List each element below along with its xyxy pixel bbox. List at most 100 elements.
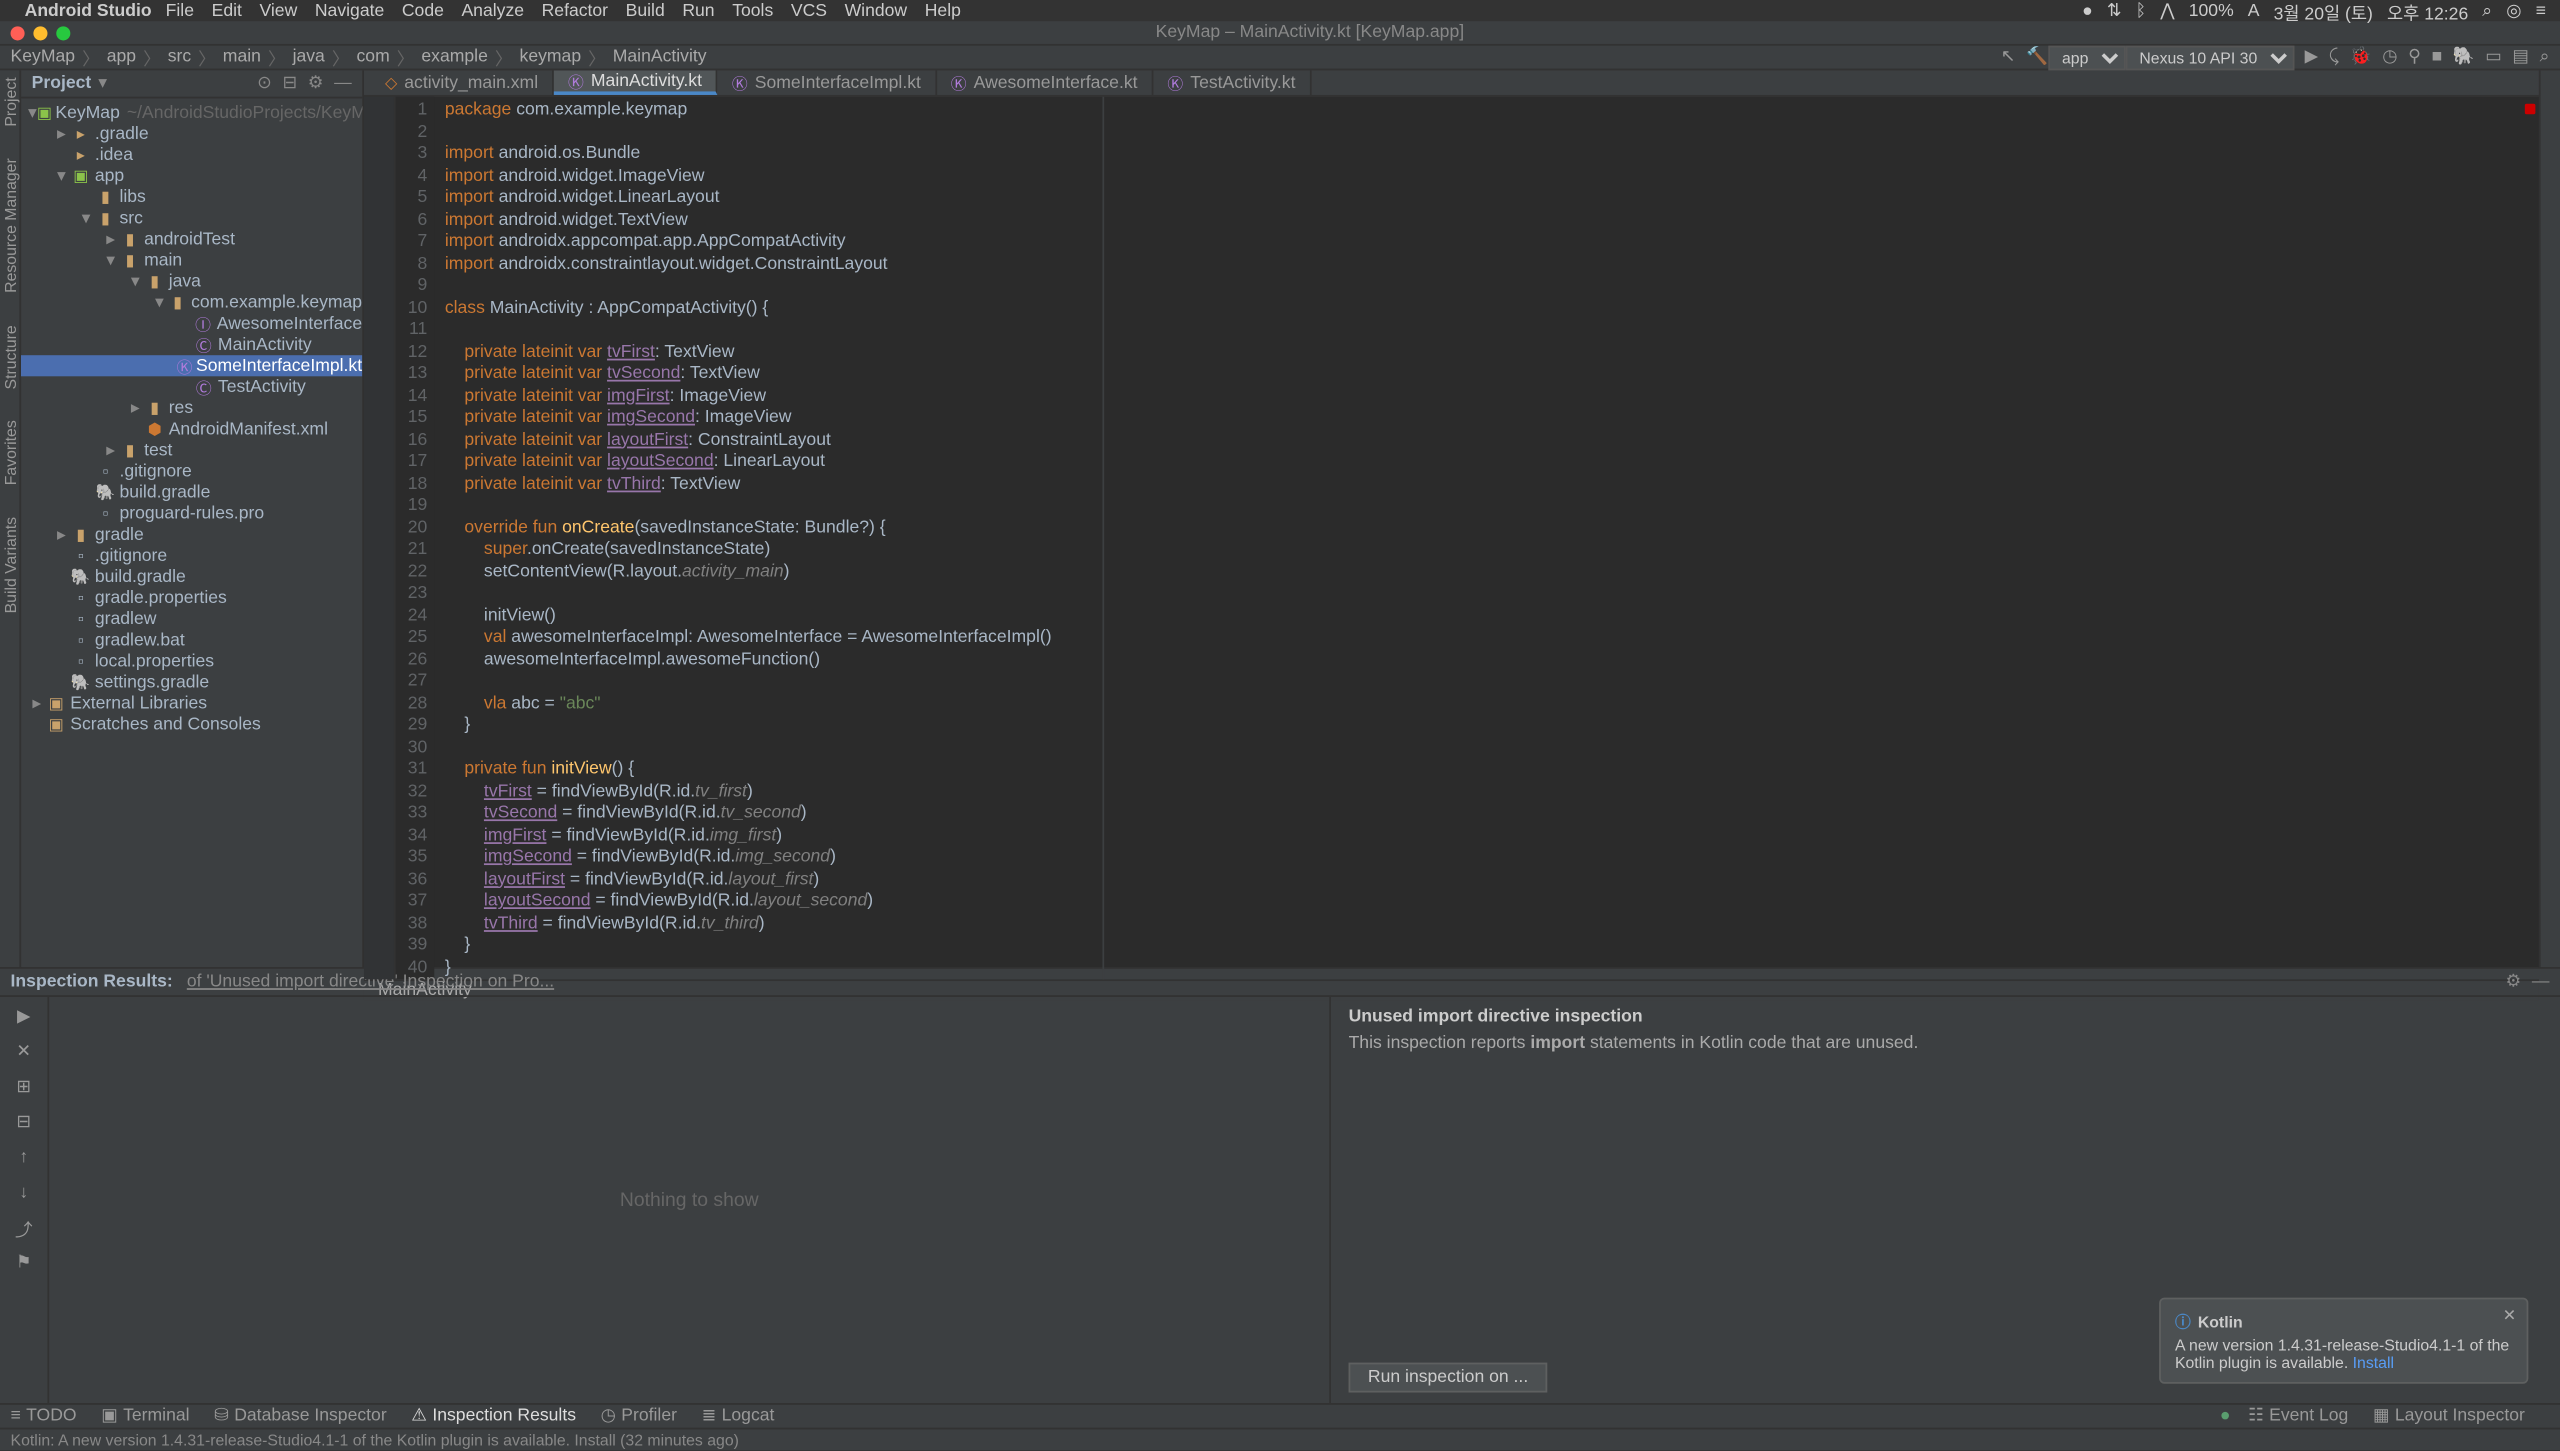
code-line[interactable]: private lateinit var layoutFirst: Constr… bbox=[445, 430, 2539, 452]
left-tab-resource-manager[interactable]: Resource Manager bbox=[1, 158, 19, 293]
project-hide-icon[interactable]: — bbox=[334, 74, 352, 93]
tree-src[interactable]: ▾▮src bbox=[21, 207, 362, 228]
code-line[interactable]: private lateinit var imgSecond: ImageVie… bbox=[445, 408, 2539, 430]
crumb-8[interactable]: MainActivity bbox=[613, 47, 707, 66]
code-line[interactable]: val awesomeInterfaceImpl: AwesomeInterfa… bbox=[445, 628, 2539, 650]
crumb-5[interactable]: com bbox=[357, 47, 390, 66]
bottom-tab-terminal[interactable]: ▣Terminal bbox=[101, 1407, 189, 1426]
tree-gradle-dir2[interactable]: ▸▮gradle bbox=[21, 524, 362, 545]
tree-gitignore2[interactable]: ▫.gitignore bbox=[21, 545, 362, 566]
code-line[interactable]: } bbox=[445, 716, 2539, 738]
code-line[interactable] bbox=[445, 738, 2539, 760]
sync-status-icon[interactable]: ● bbox=[2220, 1407, 2231, 1426]
tree-manifest[interactable]: ⬢AndroidManifest.xml bbox=[21, 418, 362, 439]
tree-build-gradle2[interactable]: 🐘build.gradle bbox=[21, 566, 362, 587]
tree-scratches[interactable]: ▣Scratches and Consoles bbox=[21, 714, 362, 735]
code-line[interactable]: import android.widget.LinearLayout bbox=[445, 188, 2539, 210]
search-everywhere-icon[interactable]: ⌕ bbox=[2540, 47, 2550, 66]
status-siri-icon[interactable]: ◎ bbox=[2506, 1, 2521, 20]
menu-code[interactable]: Code bbox=[402, 1, 444, 20]
tree-awesome-interface[interactable]: ⒾAwesomeInterface bbox=[21, 313, 362, 334]
tree-gitignore[interactable]: ▫.gitignore bbox=[21, 461, 362, 482]
code-line[interactable]: import androidx.constraintlayout.widget.… bbox=[445, 254, 2539, 276]
code-line[interactable]: override fun onCreate(savedInstanceState… bbox=[445, 518, 2539, 540]
stop-icon[interactable]: ■ bbox=[2432, 47, 2443, 66]
menu-file[interactable]: File bbox=[166, 1, 194, 20]
code-line[interactable] bbox=[445, 122, 2539, 144]
profiler-icon[interactable]: ◷ bbox=[2382, 47, 2397, 66]
tree-gradlew-bat[interactable]: ▫gradlew.bat bbox=[21, 629, 362, 650]
insp-collapse-icon[interactable]: ⊟ bbox=[11, 1109, 36, 1134]
crumb-6[interactable]: example bbox=[421, 47, 487, 66]
build-hammer-icon[interactable]: 🔨 bbox=[2026, 47, 2048, 66]
code-line[interactable] bbox=[445, 584, 2539, 606]
editor-tab-4[interactable]: ⓀTestActivity.kt bbox=[1153, 70, 1311, 95]
editor-tab-3[interactable]: ⓀAwesomeInterface.kt bbox=[937, 70, 1154, 95]
code-line[interactable]: import android.os.Bundle bbox=[445, 144, 2539, 166]
editor-tab-0[interactable]: ◇activity_main.xml bbox=[371, 70, 554, 95]
code-line[interactable]: } bbox=[445, 935, 2539, 957]
sdk-manager-icon[interactable]: ▤ bbox=[2512, 47, 2529, 66]
tree-main-activity[interactable]: ⒸMainActivity bbox=[21, 334, 362, 355]
status-wifi-icon[interactable]: ⋀ bbox=[2160, 1, 2174, 20]
bottom-tab-logcat[interactable]: ≣Logcat bbox=[702, 1407, 775, 1426]
status-battery[interactable]: 100% bbox=[2189, 1, 2234, 20]
tree-test-activity[interactable]: ⒸTestActivity bbox=[21, 376, 362, 397]
status-menu-icon[interactable]: ≡ bbox=[2536, 1, 2546, 20]
bottom-tab-profiler[interactable]: ◷Profiler bbox=[601, 1407, 677, 1426]
project-collapse-all-icon[interactable]: ⊟ bbox=[282, 74, 297, 93]
menu-edit[interactable]: Edit bbox=[212, 1, 242, 20]
run-config-select[interactable]: app bbox=[2048, 45, 2125, 70]
crumb-7[interactable]: keymap bbox=[520, 47, 582, 66]
code-line[interactable]: private lateinit var tvSecond: TextView bbox=[445, 364, 2539, 386]
tree-androidtest[interactable]: ▸▮androidTest bbox=[21, 229, 362, 250]
code-line[interactable]: super.onCreate(savedInstanceState) bbox=[445, 540, 2539, 562]
nav-back-icon[interactable]: ↖ bbox=[2001, 47, 2016, 66]
insp-filter-icon[interactable]: ⚑ bbox=[11, 1250, 36, 1275]
menu-refactor[interactable]: Refactor bbox=[542, 1, 608, 20]
insp-rerun-icon[interactable]: ▶ bbox=[11, 1004, 36, 1029]
menu-build[interactable]: Build bbox=[626, 1, 665, 20]
tree-package[interactable]: ▾▮com.example.keymap bbox=[21, 292, 362, 313]
code-line[interactable]: layoutFirst = findViewById(R.id.layout_f… bbox=[445, 869, 2539, 891]
code-line[interactable] bbox=[445, 320, 2539, 342]
crumb-2[interactable]: src bbox=[168, 47, 191, 66]
crumb-1[interactable]: app bbox=[107, 47, 136, 66]
menu-tools[interactable]: Tools bbox=[732, 1, 773, 20]
code-line[interactable]: class MainActivity : AppCompatActivity()… bbox=[445, 298, 2539, 320]
tree-idea-dir[interactable]: ▸.idea bbox=[21, 144, 362, 165]
tree-java[interactable]: ▾▮java bbox=[21, 271, 362, 292]
insp-expand-icon[interactable]: ⊞ bbox=[11, 1074, 36, 1099]
code-line[interactable]: private fun initView() { bbox=[445, 760, 2539, 782]
menu-run[interactable]: Run bbox=[682, 1, 714, 20]
insp-close-icon[interactable]: ✕ bbox=[11, 1039, 36, 1064]
project-tree[interactable]: ▾▣KeyMap~/AndroidStudioProjects/KeyMap ▸… bbox=[21, 98, 362, 967]
device-select[interactable]: Nexus 10 API 30 bbox=[2125, 45, 2294, 70]
tree-some-impl[interactable]: ⓀSomeInterfaceImpl.kt bbox=[21, 355, 362, 376]
code-line[interactable] bbox=[445, 672, 2539, 694]
status-message[interactable]: Kotlin: A new version 1.4.31-release-Stu… bbox=[11, 1431, 739, 1449]
left-tab-favorites[interactable]: Favorites bbox=[1, 420, 19, 485]
tree-gradle-props[interactable]: ▫gradle.properties bbox=[21, 587, 362, 608]
app-name[interactable]: Android Studio bbox=[25, 1, 152, 20]
menu-help[interactable]: Help bbox=[925, 1, 961, 20]
code-editor[interactable]: package com.example.keymapimport android… bbox=[434, 97, 2539, 980]
editor-tab-2[interactable]: ⓀSomeInterfaceImpl.kt bbox=[718, 70, 937, 95]
left-tab-project[interactable]: Project bbox=[1, 77, 19, 126]
code-line[interactable]: private lateinit var tvThird: TextView bbox=[445, 474, 2539, 496]
project-scroll-from-source-icon[interactable]: ⊙ bbox=[257, 74, 272, 93]
status-rec-icon[interactable]: ● bbox=[2082, 1, 2093, 20]
debug-icon[interactable]: 🐞 bbox=[2350, 47, 2372, 66]
notification-close-icon[interactable]: ✕ bbox=[2503, 1306, 2516, 1325]
apply-changes-icon[interactable]: ⤹ bbox=[2329, 47, 2340, 66]
tree-build-gradle[interactable]: 🐘build.gradle bbox=[21, 482, 362, 503]
tree-main[interactable]: ▾▮main bbox=[21, 250, 362, 271]
code-line[interactable]: initView() bbox=[445, 606, 2539, 628]
insp-prev-icon[interactable]: ↑ bbox=[11, 1145, 36, 1170]
tree-settings-gradle[interactable]: 🐘settings.gradle bbox=[21, 672, 362, 693]
minimize-window-button[interactable] bbox=[33, 25, 47, 39]
code-line[interactable]: imgSecond = findViewById(R.id.img_second… bbox=[445, 847, 2539, 869]
code-line[interactable]: tvFirst = findViewById(R.id.tv_first) bbox=[445, 782, 2539, 804]
tree-proguard[interactable]: ▫proguard-rules.pro bbox=[21, 503, 362, 524]
code-line[interactable]: setContentView(R.layout.activity_main) bbox=[445, 562, 2539, 584]
